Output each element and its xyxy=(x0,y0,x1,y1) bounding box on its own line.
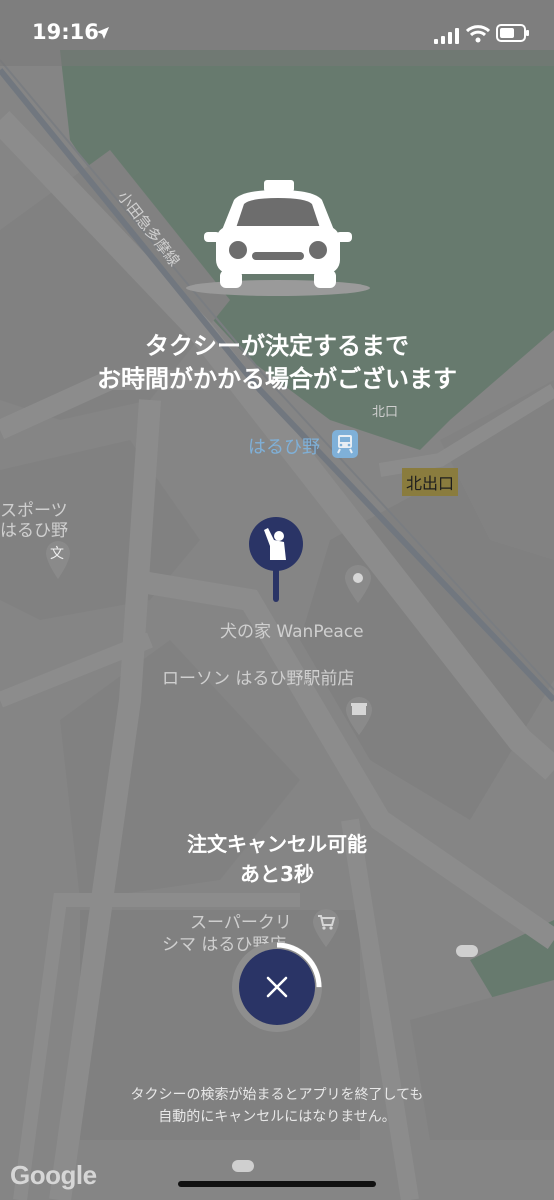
train-station-icon xyxy=(332,430,358,458)
cancel-note-line2: 自動的にキャンセルにはなりません。 xyxy=(158,1109,396,1125)
cancel-remaining-time: あと3秒 xyxy=(240,862,314,886)
cancel-note: タクシーの検索が始まるとアプリを終了しても 自動的にキャンセルにはなりません。 xyxy=(0,1084,554,1128)
close-icon xyxy=(266,976,288,998)
map-label-north-exit-small: 北口 xyxy=(372,405,399,420)
convenience-store-marker[interactable] xyxy=(345,696,373,740)
taxi-icon xyxy=(186,180,370,296)
map-label-sports-2: はるひ野 xyxy=(0,521,68,541)
map-label-pet-shop: 犬の家 WanPeace xyxy=(220,622,364,642)
waiting-message: タクシーが決定するまで お時間がかかる場合がございます xyxy=(0,330,554,396)
map-label-north-exit: 北出口 xyxy=(402,468,459,496)
location-arrow-icon xyxy=(97,27,109,39)
battery-icon xyxy=(496,24,529,42)
waiting-message-line1: タクシーが決定するまで xyxy=(145,332,409,360)
bus-stop-marker[interactable] xyxy=(456,945,478,957)
google-logo: Google xyxy=(10,1160,97,1190)
school-icon: 文 xyxy=(50,546,64,562)
pickup-location-pin[interactable] xyxy=(248,516,304,604)
home-indicator[interactable] xyxy=(178,1181,376,1187)
cellular-signal-icon xyxy=(434,28,459,44)
school-marker[interactable]: 文 xyxy=(45,540,71,580)
cancel-note-line1: タクシーの検索が始まるとアプリを終了しても xyxy=(130,1087,424,1103)
waiting-message-line2: お時間がかかる場合がございます xyxy=(97,365,457,393)
cancel-available-text: 注文キャンセル可能 xyxy=(187,832,367,856)
status-time: 19:16 xyxy=(32,20,99,44)
status-bar: 19:16 xyxy=(0,0,554,66)
wifi-icon xyxy=(466,25,490,43)
bus-stop-marker[interactable] xyxy=(232,1160,254,1172)
map-label-lawson: ローソン はるひ野駅前店 xyxy=(162,669,355,689)
map-label-station: はるひ野 xyxy=(248,437,320,458)
cancel-countdown: 注文キャンセル可能 あと3秒 xyxy=(0,829,554,889)
place-marker[interactable] xyxy=(344,564,372,608)
cancel-order-button[interactable] xyxy=(230,940,324,1034)
